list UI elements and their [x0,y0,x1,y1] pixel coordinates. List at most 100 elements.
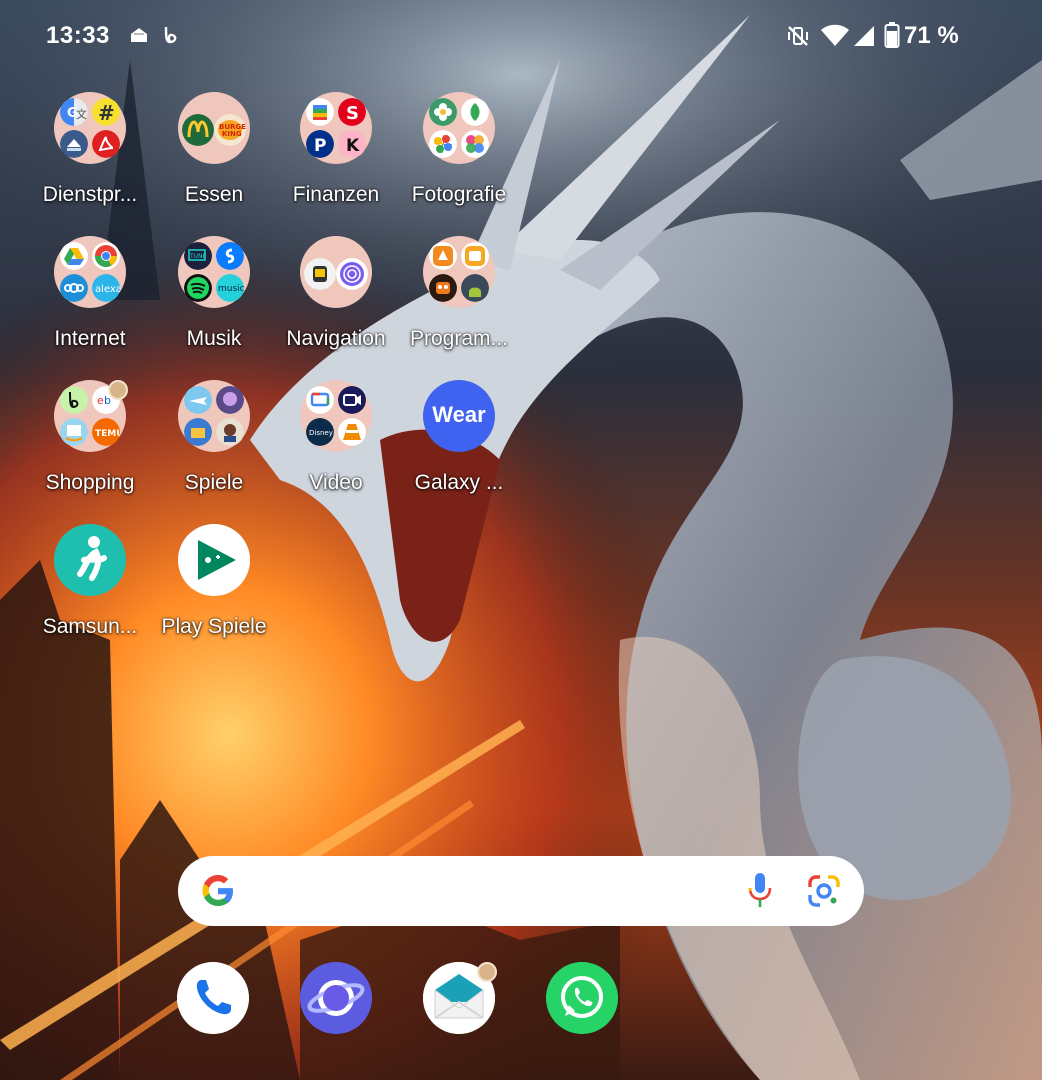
folder-label: Shopping [45,471,135,494]
battery-icon [884,22,900,53]
google-photos-icon [429,130,457,158]
snapseed-icon [461,98,489,126]
sparkasse-icon: S [338,98,366,126]
google-lens-icon[interactable] [806,873,842,914]
vlc-icon [338,418,366,446]
notification-dot [477,962,497,982]
galaxy-wearable-icon: Wear [423,380,495,452]
video-editor-icon [338,386,366,414]
folder-label: Internet [54,327,126,350]
folder-label: Finanzen [292,183,380,206]
paypal-icon: P [306,130,334,158]
status-bar: 13:33 71 % [0,0,1042,72]
burger-king-icon: BURGERKING [214,114,246,146]
klarna-icon: K [338,130,366,158]
svg-text:e: e [97,394,104,407]
email-icon [423,962,495,1038]
airtag-app-icon [336,258,368,290]
folder-dienstprogramme[interactable]: G文 # Dienstpr... [28,92,152,208]
game-blue-icon [184,418,212,446]
wifi-icon [820,24,850,53]
battery-percentage: 71 % [904,22,959,49]
app-galaxy-wearable[interactable]: Wear Galaxy ... [397,380,521,496]
robot-app-icon [429,274,457,302]
google-translate-icon: G文 [60,98,88,126]
whatsapp-app[interactable] [546,962,618,1034]
maps-app-icon [304,258,336,290]
app-samsung-health[interactable]: Samsun... [28,524,152,640]
folder-label: Program... [409,327,509,350]
google-tv-icon [306,386,334,414]
vibrate-off-icon [786,24,810,53]
disney-plus-icon: Disney+ [306,418,334,446]
shazam-icon [216,242,244,270]
alexa-icon: alexa [92,274,120,302]
google-g-icon [200,873,236,914]
flower-app-icon [429,98,457,126]
folder-navigation[interactable]: Navigation [274,236,398,352]
android-app-icon [461,274,489,302]
game-char-icon [216,418,244,446]
svg-text:P: P [314,136,326,156]
svg-text:#: # [98,101,115,125]
microphone-icon[interactable] [744,871,776,916]
app-yellow-icon [461,242,489,270]
google-wallet-icon [306,98,334,126]
amazon-music-icon: music [216,274,244,302]
svg-text:S: S [346,103,359,124]
samsung-internet-app[interactable] [300,962,372,1034]
email-app[interactable] [423,962,497,1034]
svg-text:TUNE: TUNE [189,253,207,260]
folder-video[interactable]: Disney+ Video [274,380,398,496]
svg-text:alexa: alexa [95,284,120,295]
clock: 13:33 [46,22,110,49]
game-plane-icon [184,386,212,414]
svg-text:music: music [218,284,244,294]
chrome-icon [92,242,120,270]
acrobat-reader-icon [92,130,120,158]
hashtag-app-icon: # [92,98,120,126]
folder-programme[interactable]: Program... [397,236,521,352]
folder-label: Navigation [286,327,386,350]
folder-shopping[interactable]: eb TEMU Shopping [28,380,152,496]
app-label: Galaxy ... [414,471,504,494]
spotify-icon [184,274,212,302]
app-orange-icon [429,242,457,270]
folder-label: Fotografie [411,183,507,206]
phone-app[interactable] [177,962,249,1034]
google-drive-icon [60,242,88,270]
folder-finanzen[interactable]: S P K Finanzen [274,92,398,208]
shopping-app-icon [60,386,88,414]
folder-label: Dienstpr... [42,183,138,206]
google-search-bar[interactable] [178,856,864,926]
inbox-icon [128,24,150,51]
scanner-app-icon [60,130,88,158]
app-label: Samsun... [42,615,138,638]
folder-label: Musik [186,327,242,350]
folder-internet[interactable]: alexa Internet [28,236,152,352]
folder-spiele[interactable]: Spiele [152,380,276,496]
svg-text:文: 文 [76,107,87,121]
folder-label: Spiele [184,471,244,494]
signal-icon [852,24,876,53]
folder-musik[interactable]: TUNE music Musik [152,236,276,352]
nextcloud-icon [60,274,88,302]
folder-essen[interactable]: BURGERKING Essen [152,92,276,208]
folder-label: Essen [184,183,244,206]
folder-label: Video [309,471,363,494]
svg-text:KING: KING [222,130,242,138]
app-label: Play Spiele [161,615,267,638]
svg-text:Disney+: Disney+ [309,429,334,437]
folder-fotografie[interactable]: Fotografie [397,92,521,208]
notification-dot [108,380,128,400]
mcdonalds-icon [182,114,214,146]
app-play-spiele[interactable]: Play Spiele [152,524,276,640]
amazon-icon [60,418,88,446]
play-games-icon [178,524,250,596]
samsung-health-icon [54,524,126,596]
shopping-app-icon [160,24,182,51]
game-purple-icon [216,386,244,414]
temu-icon: TEMU [92,418,120,446]
svg-text:TEMU: TEMU [95,429,120,439]
svg-text:K: K [346,136,360,156]
